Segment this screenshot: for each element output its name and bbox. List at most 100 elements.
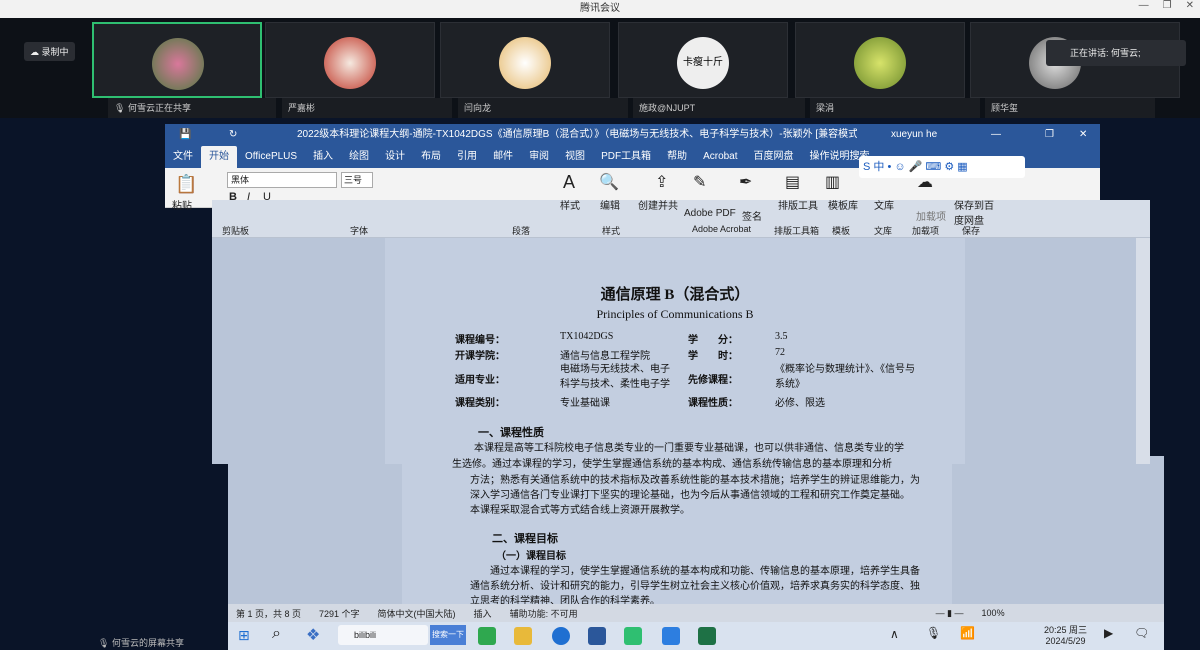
participant-name: 顾华玺 [985,98,1155,118]
avatar-text: 卡瘦十斤 [683,57,723,68]
tab-file[interactable]: 文件 [165,146,201,168]
adobe-pdf-label[interactable]: Adobe PDF [684,208,736,219]
info-label: 课程编号： [455,335,505,346]
tab-home[interactable]: 开始 [201,146,237,168]
tab-review[interactable]: 审阅 [521,146,557,168]
windows-start-icon[interactable]: ⊞ [238,627,250,644]
group-save: 保存 [962,226,981,236]
avatar: 卡瘦十斤 [677,37,729,89]
participant-tile[interactable] [795,22,965,98]
network-icon[interactable]: 📶 [960,626,975,640]
page-count[interactable]: 第 1 页，共 8 页 [236,607,301,620]
wechat-icon[interactable] [624,627,642,645]
minimize-icon[interactable]: — [991,124,1001,146]
info-value: 《概率论与数理统计》、《信号与系统》 [775,364,915,390]
chevron-up-icon[interactable]: ∧ [890,627,899,641]
paragraph-line: 本课程采取混合式等方式结合线上资源开展教学。 [470,505,690,516]
excel-icon[interactable] [698,627,716,645]
tencent-meeting-icon[interactable] [662,627,680,645]
maximize-icon[interactable]: ❐ [1163,0,1172,18]
recording-badge[interactable]: ☁ 录制中 [24,42,75,61]
insert-mode[interactable]: 插入 [474,607,492,620]
edge-icon[interactable] [478,627,496,645]
avatar [854,37,906,89]
tab-baidu[interactable]: 百度网盘 [746,146,802,168]
tab-pdf-toolbox[interactable]: PDF工具箱 [593,146,659,168]
sign-icon[interactable]: ✒ [739,172,752,192]
info-label: 先修课程： [688,375,738,386]
share-footer-label: 何雪云的屏幕共享 [111,638,184,648]
participant-tile[interactable] [92,22,262,98]
save-icon[interactable]: 💾 [179,124,191,146]
info-value: TX1042DGS [560,331,614,342]
minimize-icon[interactable]: — [1139,0,1149,18]
redo-icon[interactable]: ↻ [229,124,237,146]
font-size-select[interactable]: 三号 [341,172,373,188]
notification-icon[interactable]: 🗨 [1134,626,1149,640]
language[interactable]: 简体中文(中国大陆) [378,607,456,620]
clock[interactable]: 20:25 周三 2024/5/29 [1044,623,1087,646]
styles-label[interactable]: 样式 [560,197,580,212]
editing-icon[interactable]: 🔍 [599,172,619,192]
paragraph-line: 方法；熟悉有关通信系统中的技术指标及改善系统性能的基本技术措施；培养学生的辨证思… [470,475,920,486]
tab-mailings[interactable]: 邮件 [485,146,521,168]
paste-label[interactable]: 粘贴 [172,197,192,212]
template-library-label[interactable]: 模板库 [828,197,858,212]
save-to-baidu-label[interactable]: 保存到百度网盘 [954,197,994,227]
word-count[interactable]: 7291 个字 [319,607,360,620]
layout-tools-label[interactable]: 排版工具 [778,197,818,212]
tab-draw[interactable]: 绘图 [341,146,377,168]
tab-officeplus[interactable]: OfficePLUS [237,146,305,168]
tab-layout[interactable]: 布局 [413,146,449,168]
participant-tile[interactable] [440,22,610,98]
taskbar-search-input[interactable]: bilibili [338,625,428,645]
close-icon[interactable]: ✕ [1186,0,1194,18]
paragraph-line: 深入学习通信各门专业课打下坚实的理论基础，也为今后从事通信领域的工程和研究工作奠… [470,490,910,501]
ime-toolbar[interactable]: S 中 • ☺ 🎤 ⌨ ⚙ ▦ [859,156,1025,178]
zoom-slider[interactable]: — ▮ — [936,608,964,619]
section-heading: 一、课程性质 [478,427,544,439]
group-layout-toolbox: 排版工具箱 [774,226,820,236]
tab-design[interactable]: 设计 [377,146,413,168]
participant-name: 严嘉彬 [282,98,452,118]
create-share-label[interactable]: 创建并共 [638,197,678,212]
group-paragraph: 段落 [512,226,531,236]
accessibility[interactable]: 辅助功能: 不可用 [510,607,578,620]
font-name-select[interactable]: 黑体 [227,172,337,188]
taskbar-search-text: bilibili [354,630,377,640]
participant-tile[interactable] [265,22,435,98]
sign-label[interactable]: 签名 [742,208,762,223]
vertical-scrollbar[interactable] [1136,238,1150,464]
search-icon[interactable]: ⌕ [272,625,281,643]
wenku-label[interactable]: 文库 [874,197,894,212]
editing-label[interactable]: 编辑 [600,197,620,212]
styles-icon[interactable]: A [563,172,575,193]
close-icon[interactable]: ✕ [1079,124,1087,146]
speaking-label: 正在讲话: 何雪云; [1070,48,1141,58]
mic-icon[interactable]: 🎙 [926,626,941,640]
section-heading: 二、课程目标 [492,533,558,545]
adobe-pdf-icon[interactable]: ✎ [693,172,706,192]
mic-icon: 🎙 [98,638,112,648]
zoom-level[interactable]: 100% [982,608,1005,618]
tab-insert[interactable]: 插入 [305,146,341,168]
template-icon[interactable]: ▥ [825,172,840,192]
tab-acrobat[interactable]: Acrobat [695,146,745,168]
create-share-icon[interactable]: ⇪ [655,172,668,192]
task-view-icon[interactable]: ❖ [306,625,320,645]
tab-references[interactable]: 引用 [449,146,485,168]
user-name[interactable]: xueyun he [891,124,937,146]
file-explorer-icon[interactable] [514,627,532,645]
paste-icon[interactable]: 📋 [175,174,197,195]
tab-help[interactable]: 帮助 [659,146,695,168]
maximize-icon[interactable]: ❐ [1045,124,1054,146]
word-icon[interactable] [588,627,606,645]
layout-tools-icon[interactable]: ▤ [785,172,800,192]
play-icon[interactable]: ▶ [1104,626,1113,640]
participant-name: 施政@NJUPT [633,98,805,118]
taskbar-search-button[interactable]: 搜索一下 [430,625,466,645]
participant-tile[interactable]: 卡瘦十斤 [618,22,788,98]
app-icon[interactable] [552,627,570,645]
tab-view[interactable]: 视图 [557,146,593,168]
addins-label[interactable]: 加载项 [916,208,946,223]
